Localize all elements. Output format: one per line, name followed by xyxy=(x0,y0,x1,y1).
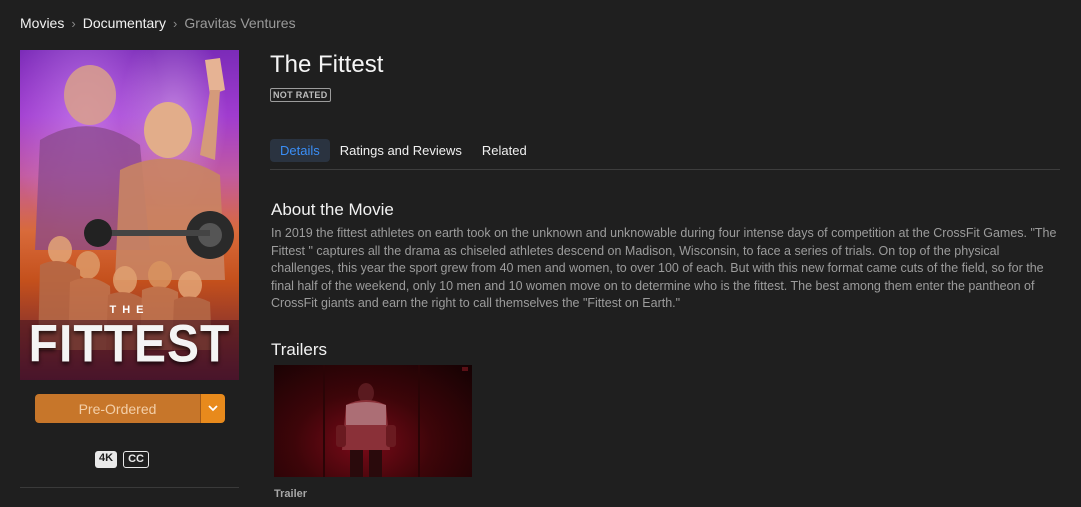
preorder-control: Pre-Ordered xyxy=(35,394,225,423)
rating-badge: NOT RATED xyxy=(270,88,331,102)
trailer-thumbnail[interactable] xyxy=(274,365,472,477)
trailers-heading: Trailers xyxy=(271,340,328,359)
4k-badge: 4K xyxy=(95,451,118,468)
trailer-label: Trailer xyxy=(274,488,308,500)
left-divider xyxy=(20,487,239,488)
tab-related[interactable]: Related xyxy=(472,139,537,162)
chevron-down-icon xyxy=(208,405,218,412)
breadcrumb-gravitas-ventures[interactable]: Gravitas Ventures xyxy=(184,15,295,31)
tab-bar: Details Ratings and Reviews Related xyxy=(270,139,537,162)
tab-details[interactable]: Details xyxy=(270,139,330,162)
poster-title-text: FITTEST xyxy=(28,315,231,374)
preordered-button[interactable]: Pre-Ordered xyxy=(35,394,200,423)
about-heading: About the Movie xyxy=(271,200,394,219)
tab-ratings-and-reviews[interactable]: Ratings and Reviews xyxy=(330,139,472,162)
breadcrumb: Movies › Documentary › Gravitas Ventures xyxy=(20,15,296,31)
breadcrumb-documentary[interactable]: Documentary xyxy=(83,15,166,31)
preorder-dropdown-button[interactable] xyxy=(200,394,225,423)
movie-title: The Fittest xyxy=(270,51,384,78)
movie-poster[interactable]: THE FITTEST xyxy=(20,50,239,380)
chevron-right-icon: › xyxy=(71,15,76,31)
tabs-divider xyxy=(270,169,1060,170)
trailer-frame xyxy=(323,365,468,477)
format-badges: 4K CC xyxy=(95,451,149,468)
cc-badge: CC xyxy=(123,451,149,468)
breadcrumb-movies[interactable]: Movies xyxy=(20,15,64,31)
chevron-right-icon: › xyxy=(172,15,178,31)
about-description: In 2019 the fittest athletes on earth to… xyxy=(271,226,1057,310)
